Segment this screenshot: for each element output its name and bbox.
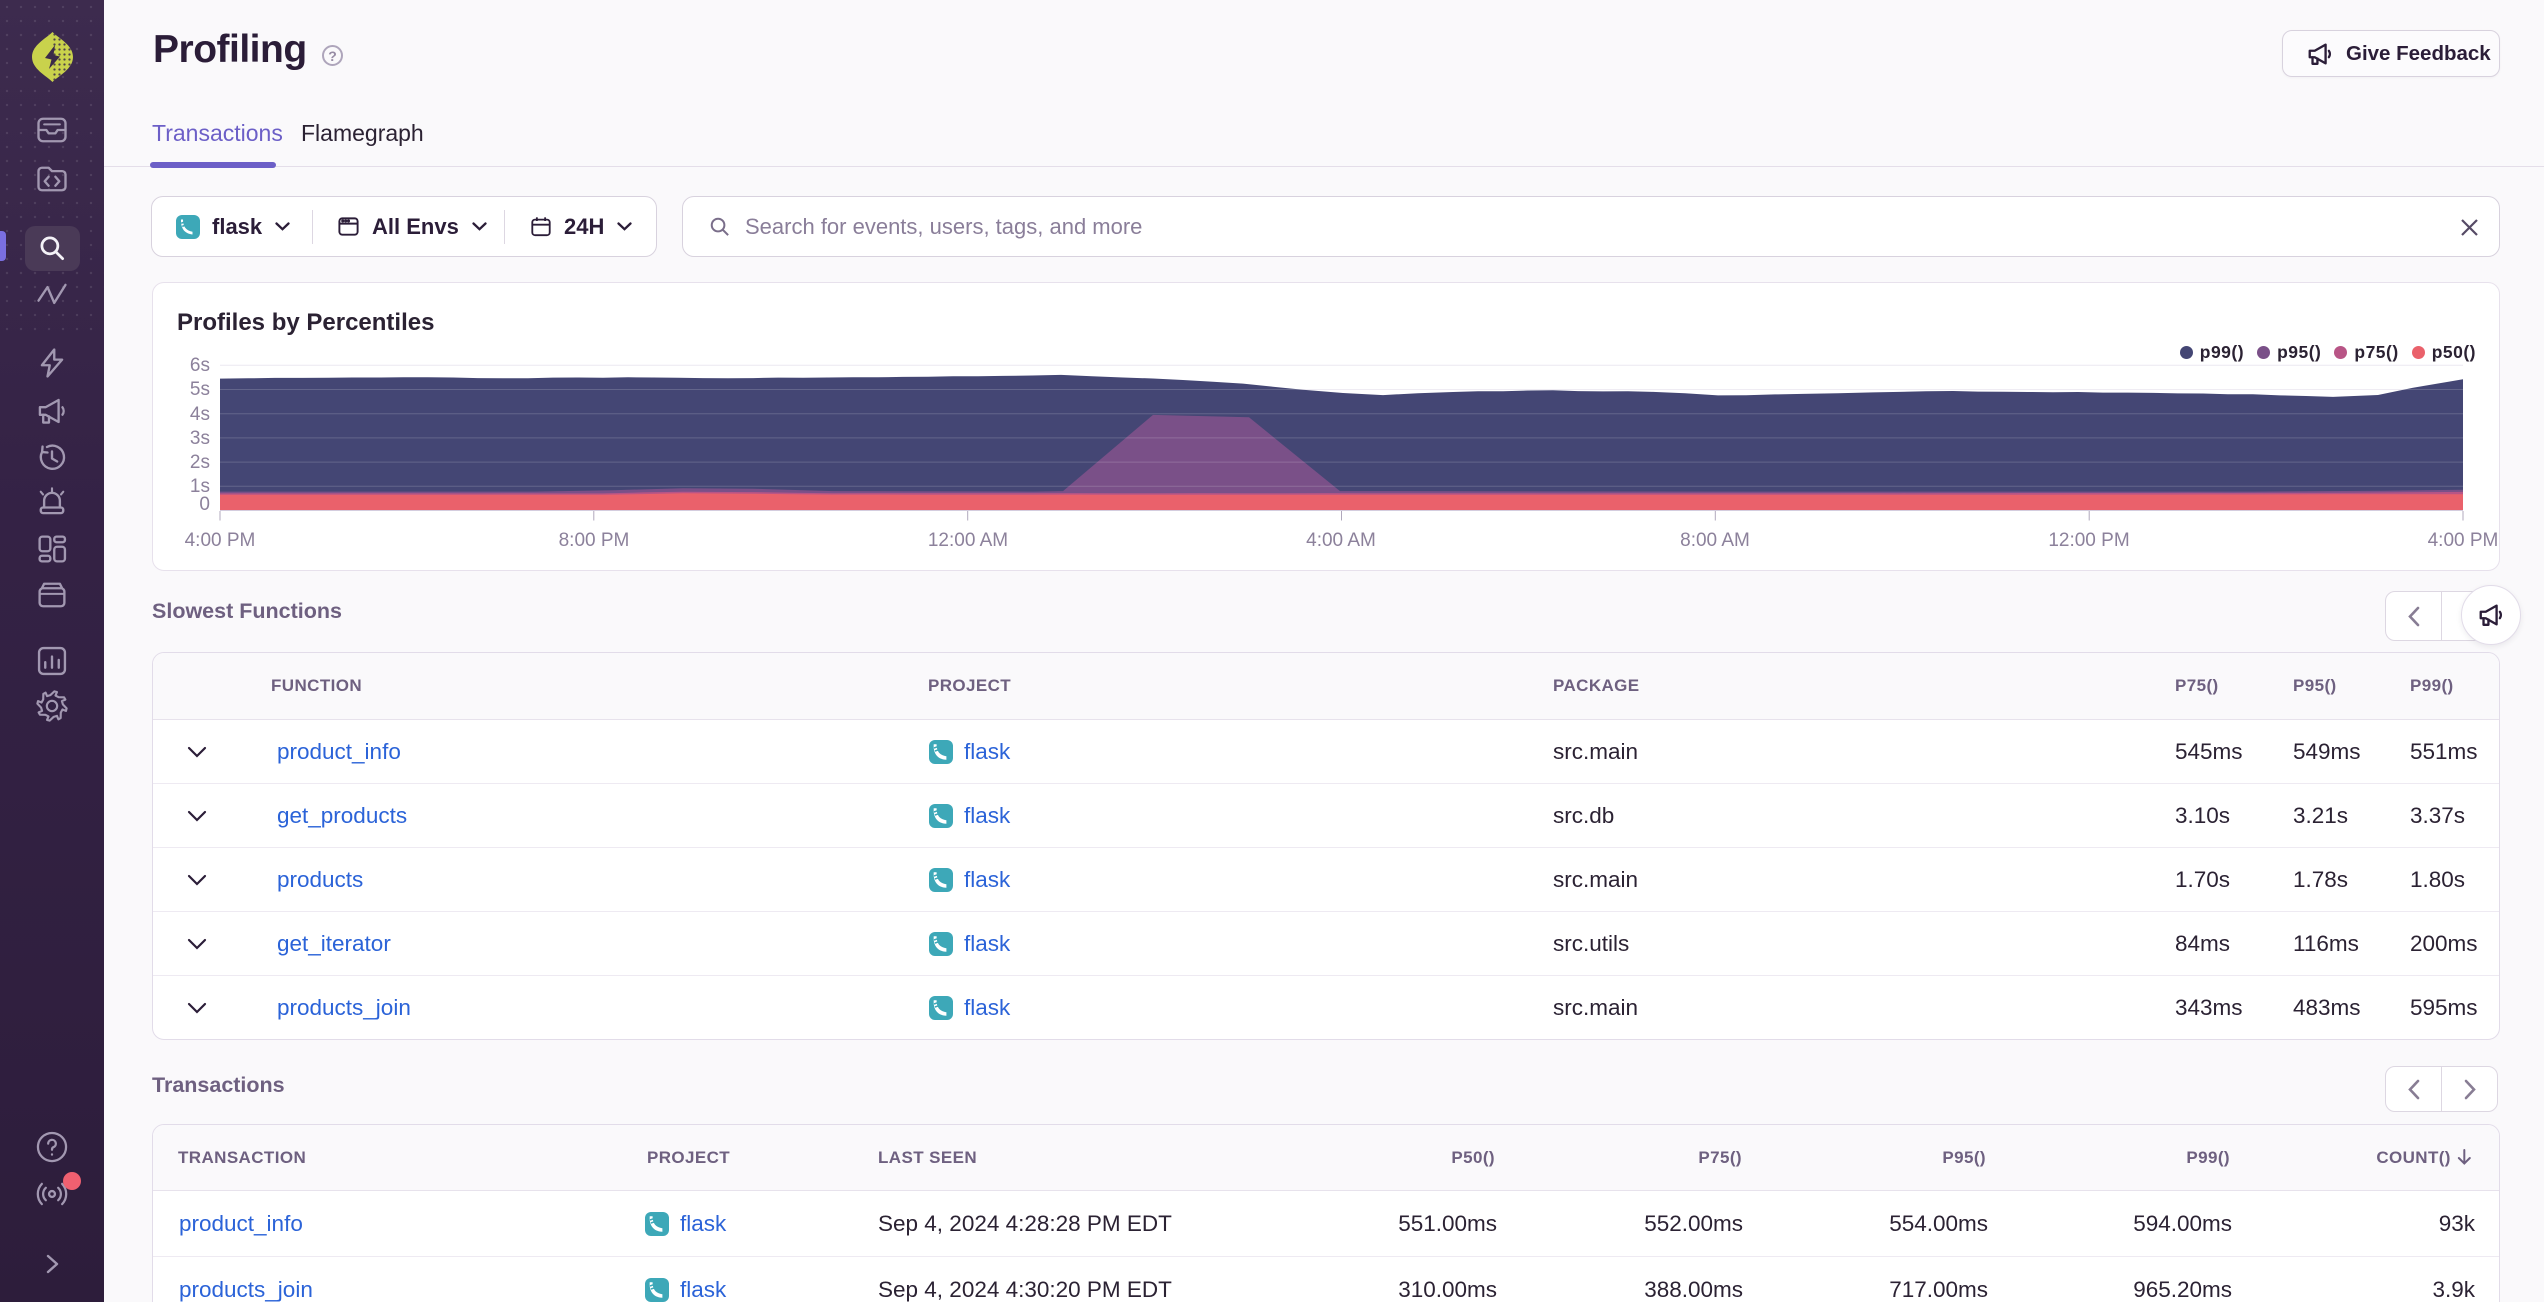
svg-text:8:00 PM: 8:00 PM bbox=[559, 530, 630, 551]
svg-text:6s: 6s bbox=[190, 355, 210, 376]
svg-text:4:00 AM: 4:00 AM bbox=[1306, 530, 1376, 551]
svg-text:4s: 4s bbox=[190, 404, 210, 425]
svg-text:2s: 2s bbox=[190, 452, 210, 473]
svg-text:4:00 PM: 4:00 PM bbox=[185, 530, 256, 551]
svg-text:0: 0 bbox=[199, 494, 210, 515]
svg-text:8:00 AM: 8:00 AM bbox=[1680, 530, 1750, 551]
svg-text:4:00 PM: 4:00 PM bbox=[2428, 530, 2499, 551]
svg-text:5s: 5s bbox=[190, 379, 210, 400]
svg-text:12:00 PM: 12:00 PM bbox=[2048, 530, 2129, 551]
svg-text:3s: 3s bbox=[190, 428, 210, 449]
svg-text:12:00 AM: 12:00 AM bbox=[928, 530, 1008, 551]
